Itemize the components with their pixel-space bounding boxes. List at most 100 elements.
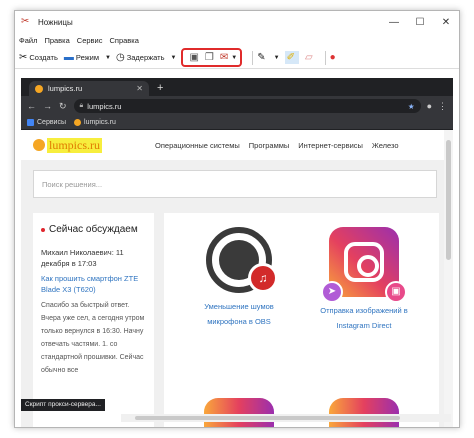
- article-card[interactable]: ➤ ▣ Отправка изображений в Instagram Dir…: [309, 227, 419, 333]
- close-button[interactable]: ✕: [433, 17, 459, 28]
- rectangle-mode-icon: ▬: [63, 52, 74, 63]
- browser-status-bubble: Скрипт прокси-сервера...: [21, 399, 105, 411]
- address-url: lumpics.ru: [87, 101, 122, 111]
- discussion-title-text: Сейчас обсуждаем: [49, 224, 138, 235]
- bookmark-label: Сервисы: [37, 119, 67, 126]
- browser-toolbar: ← → ↻ 🔒︎ lumpics.ru ★ ● ⋮: [21, 96, 453, 116]
- site-favicon-icon: [35, 84, 43, 93]
- bookmark-services[interactable]: Сервисы: [27, 119, 66, 126]
- eraser-icon[interactable]: ▱: [305, 52, 315, 63]
- instagram-camera-glyph: [344, 242, 384, 282]
- menu-tools[interactable]: Сервис: [77, 36, 103, 45]
- page-vertical-scrollbar[interactable]: [444, 130, 453, 427]
- tab-title: lumpics.ru: [48, 84, 83, 93]
- browser-tab-bar: lumpics.ru ✕ +: [21, 78, 453, 96]
- paint3d-icon[interactable]: ●: [330, 52, 338, 63]
- more-menu-icon[interactable]: ⋮: [438, 101, 447, 112]
- forward-arrow-icon[interactable]: →: [43, 101, 52, 111]
- site-search-input[interactable]: Поиск решения...: [33, 170, 437, 198]
- nav-internet-services[interactable]: Интернет-сервисы: [298, 141, 363, 150]
- discussion-title: Сейчас обсуждаем: [41, 224, 146, 235]
- nav-programs[interactable]: Программы: [249, 141, 290, 150]
- logo-icon: [33, 139, 45, 151]
- pen-dropdown-arrow-icon[interactable]: ▼: [274, 55, 280, 61]
- mode-label: Режим: [75, 53, 100, 62]
- highlighted-save-copy-send-group: ▣ ❐ ✉ ▼: [181, 48, 243, 67]
- window-title: Ножницы: [38, 17, 73, 27]
- menu-bar: Файл Правка Сервис Справка: [15, 33, 459, 47]
- canvas-horizontal-scrollbar[interactable]: [121, 414, 451, 422]
- back-arrow-icon[interactable]: ←: [27, 101, 36, 111]
- browser-window-screenshot: lumpics.ru ✕ + ← → ↻ 🔒︎ lumpics.ru ★ ● ⋮: [21, 78, 453, 427]
- instagram-logo-icon: [204, 398, 274, 427]
- article-card-partial[interactable]: [184, 398, 294, 427]
- reload-icon[interactable]: ↻: [59, 101, 67, 112]
- mode-dropdown-arrow-icon[interactable]: ▼: [105, 55, 111, 61]
- site-header: lumpics.ru Операционные системы Программ…: [21, 130, 453, 160]
- clock-icon: ◷: [115, 52, 125, 63]
- highlighter-icon[interactable]: ✐: [284, 51, 299, 64]
- lock-icon: 🔒︎: [79, 102, 84, 109]
- send-email-icon[interactable]: ✉: [220, 52, 228, 63]
- scissors-icon: ✂: [19, 52, 28, 63]
- site-nav: Операционные системы Программы Интернет-…: [155, 141, 408, 150]
- menu-file[interactable]: Файл: [19, 36, 37, 45]
- web-page: lumpics.ru Операционные системы Программ…: [21, 130, 453, 427]
- scrollbar-thumb[interactable]: [446, 140, 451, 260]
- pen-icon[interactable]: ✎: [257, 52, 267, 63]
- apps-grid-icon: [27, 119, 34, 126]
- minimize-button[interactable]: —: [381, 17, 407, 28]
- delay-dropdown-arrow-icon[interactable]: ▼: [171, 55, 177, 61]
- scrollbar-thumb[interactable]: [135, 416, 400, 420]
- new-tab-button[interactable]: +: [157, 81, 163, 96]
- red-dot-icon: [41, 227, 45, 232]
- mode-button[interactable]: ▬ Режим: [64, 52, 99, 63]
- site-logo[interactable]: lumpics.ru: [33, 137, 102, 153]
- discussion-panel: Сейчас обсуждаем Михаил Николаевич: 11 д…: [33, 213, 154, 427]
- delay-button[interactable]: ◷ Задержать: [116, 52, 165, 63]
- delay-label: Задержать: [126, 53, 165, 62]
- account-icon[interactable]: ●: [427, 101, 432, 111]
- logo-text: lumpics.ru: [47, 137, 102, 153]
- browser-tab[interactable]: lumpics.ru ✕: [29, 81, 149, 96]
- bookmark-star-icon[interactable]: ★: [408, 102, 415, 111]
- snip-canvas: lumpics.ru ✕ + ← → ↻ 🔒︎ lumpics.ru ★ ● ⋮: [15, 70, 459, 427]
- menu-help[interactable]: Справка: [109, 36, 138, 45]
- microphone-noise-icon: ♫: [248, 263, 278, 293]
- tab-close-icon[interactable]: ✕: [136, 84, 143, 93]
- save-icon[interactable]: ▣: [189, 52, 198, 63]
- bookmark-label: lumpics.ru: [84, 119, 116, 126]
- bookmarks-bar: Сервисы lumpics.ru: [21, 116, 453, 130]
- new-snip-button[interactable]: ✂ Создать: [19, 52, 58, 63]
- copy-icon[interactable]: ❐: [205, 52, 214, 63]
- comment-author: Михаил Николаевич: 11 декабря в 17:03: [41, 248, 124, 268]
- toolbar: ✂ Создать ▬ Режим ▼ ◷ Задержать ▼ ▣ ❐ ✉ …: [15, 47, 459, 69]
- article-card-caption[interactable]: Уменьшение шумов микрофона в OBS: [184, 299, 294, 329]
- nav-hardware[interactable]: Железо: [372, 141, 399, 150]
- toolbar-divider: [324, 50, 326, 65]
- site-favicon-icon: [74, 119, 82, 126]
- maximize-button[interactable]: ☐: [407, 17, 433, 28]
- search-placeholder: Поиск решения...: [42, 179, 103, 189]
- send-dropdown-arrow-icon[interactable]: ▼: [231, 55, 237, 61]
- title-bar: ✂ Ножницы — ☐ ✕: [15, 11, 459, 33]
- instagram-logo-icon: [329, 398, 399, 427]
- new-snip-label: Создать: [29, 53, 58, 62]
- snipping-tool-window: ✂ Ножницы — ☐ ✕ Файл Правка Сервис Справ…: [14, 10, 460, 428]
- nav-os[interactable]: Операционные системы: [155, 141, 240, 150]
- article-card-partial[interactable]: [309, 398, 419, 427]
- toolbar-divider: [252, 50, 254, 65]
- image-icon: ▣: [385, 281, 407, 303]
- comment-article-link[interactable]: Как прошить смартфон ZTE Blade X3 (T620): [41, 273, 146, 295]
- bookmark-lumpics[interactable]: lumpics.ru: [74, 119, 116, 126]
- menu-edit[interactable]: Правка: [44, 36, 69, 45]
- send-arrow-icon: ➤: [321, 281, 343, 303]
- instagram-logo-icon: ➤ ▣: [321, 227, 407, 303]
- obs-logo-icon: ♫: [206, 227, 278, 293]
- article-card[interactable]: ♫ Уменьшение шумов микрофона в OBS: [184, 227, 294, 329]
- scissors-icon: ✂: [21, 16, 30, 27]
- article-cards: ♫ Уменьшение шумов микрофона в OBS ➤ ▣ О…: [164, 213, 439, 427]
- article-card-caption[interactable]: Отправка изображений в Instagram Direct: [309, 303, 419, 333]
- address-bar[interactable]: 🔒︎ lumpics.ru ★: [73, 99, 421, 113]
- comment-body: Спасибо за быстрый ответ. Вчера уже сел,…: [41, 302, 145, 374]
